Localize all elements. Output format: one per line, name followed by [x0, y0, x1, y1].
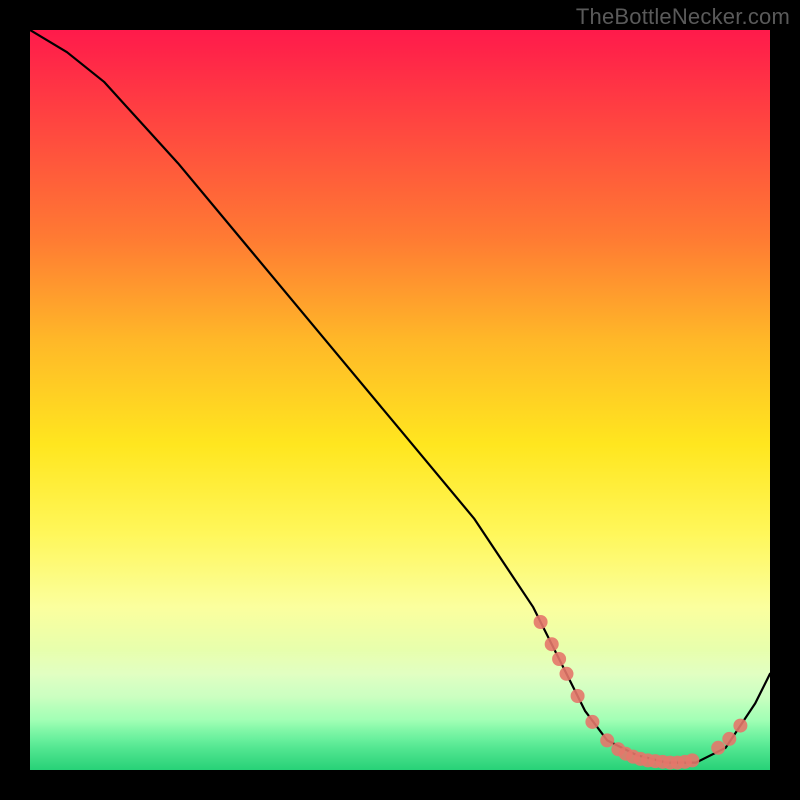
chart-frame: TheBottleNecker.com — [0, 0, 800, 800]
watermark-text: TheBottleNecker.com — [576, 4, 790, 30]
plot-area — [30, 30, 770, 770]
